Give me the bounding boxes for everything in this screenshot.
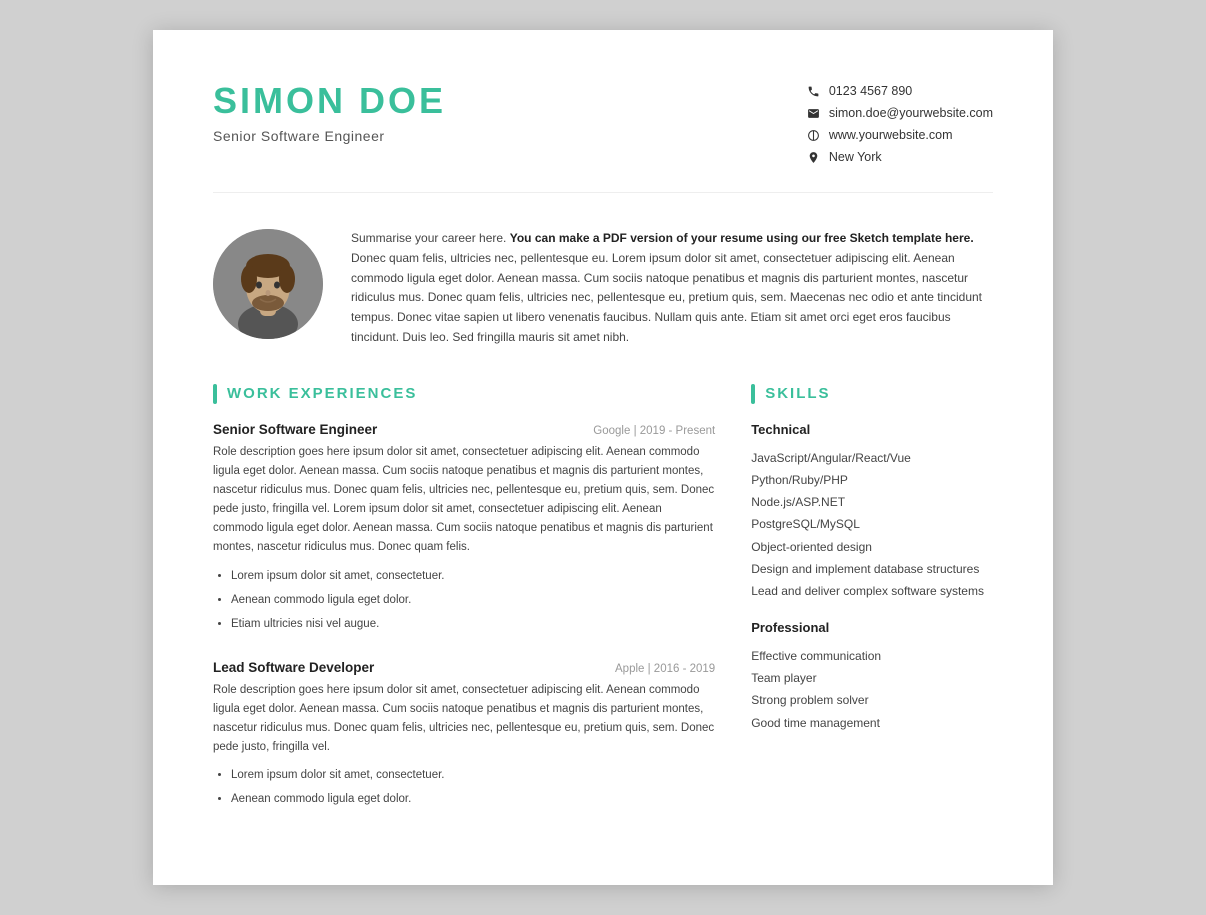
bio-rest: Donec quam felis, ultricies nec, pellent… <box>351 251 982 344</box>
technical-label: Technical <box>751 422 993 437</box>
location-item: New York <box>807 150 993 164</box>
email-text: simon.doe@yourwebsite.com <box>829 106 993 120</box>
job-header-2: Lead Software Developer Apple | 2016 - 2… <box>213 660 715 675</box>
work-experiences-column: WORK EXPERIENCES Senior Software Enginee… <box>213 384 715 836</box>
bio-bold: You can make a PDF version of your resum… <box>510 231 974 245</box>
job-company-1: Google | 2019 - Present <box>593 425 715 437</box>
prof-skill-2: Team player <box>751 667 993 689</box>
bio-section: Summarise your career here. You can make… <box>213 229 993 348</box>
skill-6: Design and implement database structures <box>751 558 993 580</box>
job-company-2: Apple | 2016 - 2019 <box>615 663 715 675</box>
contact-info: 0123 4567 890 simon.doe@yourwebsite.com … <box>807 84 993 164</box>
globe-icon <box>807 128 821 142</box>
job-entry-2: Lead Software Developer Apple | 2016 - 2… <box>213 660 715 812</box>
section-bar-work <box>213 384 217 404</box>
prof-skill-4: Good time management <box>751 712 993 734</box>
two-col-layout: WORK EXPERIENCES Senior Software Enginee… <box>213 384 993 836</box>
bio-text: Summarise your career here. You can make… <box>351 229 993 348</box>
phone-item: 0123 4567 890 <box>807 84 993 98</box>
job-title-1: Senior Software Engineer <box>213 422 377 437</box>
job-desc-2: Role description goes here ipsum dolor s… <box>213 681 715 757</box>
prof-skill-1: Effective communication <box>751 645 993 667</box>
phone-text: 0123 4567 890 <box>829 84 912 98</box>
work-experiences-heading: WORK EXPERIENCES <box>213 384 715 404</box>
location-icon <box>807 150 821 164</box>
prof-skill-3: Strong problem solver <box>751 689 993 711</box>
job-desc-1: Role description goes here ipsum dolor s… <box>213 443 715 557</box>
skill-2: Python/Ruby/PHP <box>751 469 993 491</box>
bullet-1-2: Aenean commodo ligula eget dolor. <box>231 589 715 612</box>
bullet-2-1: Lorem ipsum dolor sit amet, consectetuer… <box>231 764 715 787</box>
skills-heading: SKILLS <box>751 384 993 404</box>
bullet-1-1: Lorem ipsum dolor sit amet, consectetuer… <box>231 565 715 588</box>
resume-page: SIMON DOE Senior Software Engineer 0123 … <box>153 30 1053 885</box>
header-section: SIMON DOE Senior Software Engineer 0123 … <box>213 80 993 193</box>
skill-3: Node.js/ASP.NET <box>751 491 993 513</box>
section-bar-skills <box>751 384 755 404</box>
job-bullets-2: Lorem ipsum dolor sit amet, consectetuer… <box>231 764 715 811</box>
bio-intro: Summarise your career here. <box>351 231 510 245</box>
skill-4: PostgreSQL/MySQL <box>751 513 993 535</box>
email-icon <box>807 106 821 120</box>
header-left: SIMON DOE Senior Software Engineer <box>213 80 446 144</box>
skill-7: Lead and deliver complex software system… <box>751 580 993 602</box>
candidate-name: SIMON DOE <box>213 80 446 122</box>
website-text: www.yourwebsite.com <box>829 128 953 142</box>
job-header-1: Senior Software Engineer Google | 2019 -… <box>213 422 715 437</box>
job-entry-1: Senior Software Engineer Google | 2019 -… <box>213 422 715 636</box>
technical-skills-block: Technical JavaScript/Angular/React/Vue P… <box>751 422 993 602</box>
professional-label: Professional <box>751 620 993 635</box>
location-text: New York <box>829 150 882 164</box>
bullet-2-2: Aenean commodo ligula eget dolor. <box>231 788 715 811</box>
skills-label: SKILLS <box>765 385 830 402</box>
website-item: www.yourwebsite.com <box>807 128 993 142</box>
bullet-1-3: Etiam ultricies nisi vel augue. <box>231 613 715 636</box>
skill-1: JavaScript/Angular/React/Vue <box>751 447 993 469</box>
candidate-job-title: Senior Software Engineer <box>213 128 446 144</box>
job-bullets-1: Lorem ipsum dolor sit amet, consectetuer… <box>231 565 715 636</box>
skill-5: Object-oriented design <box>751 536 993 558</box>
professional-skills-block: Professional Effective communication Tea… <box>751 620 993 734</box>
avatar <box>213 229 323 339</box>
skills-column: SKILLS Technical JavaScript/Angular/Reac… <box>751 384 993 836</box>
email-item: simon.doe@yourwebsite.com <box>807 106 993 120</box>
job-title-2: Lead Software Developer <box>213 660 374 675</box>
phone-icon <box>807 84 821 98</box>
work-experiences-label: WORK EXPERIENCES <box>227 385 417 402</box>
